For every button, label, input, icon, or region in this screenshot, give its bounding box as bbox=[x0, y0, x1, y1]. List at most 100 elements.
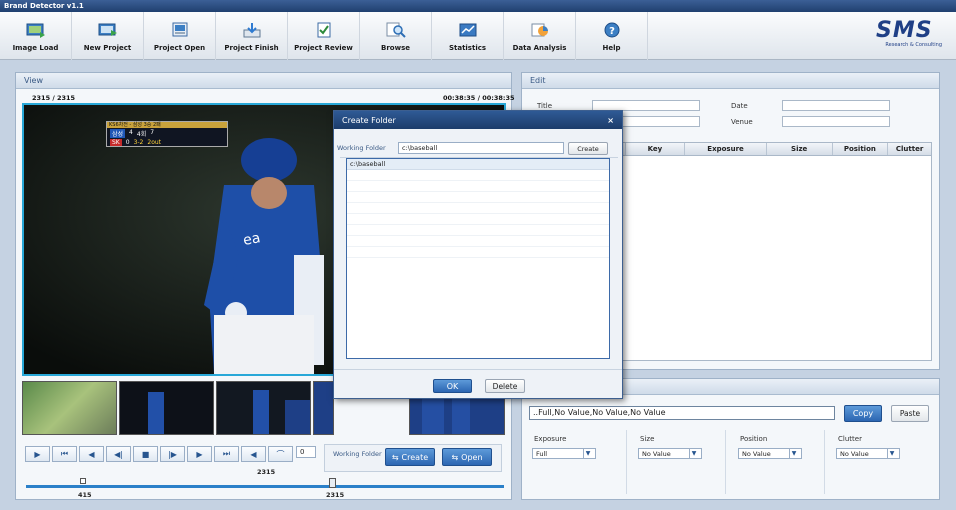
frame-back-icon[interactable]: ◀| bbox=[106, 446, 131, 462]
grid-col-key[interactable]: Key bbox=[626, 143, 686, 155]
position-value: No Value bbox=[742, 449, 771, 458]
chevron-down-icon: ▼ bbox=[583, 449, 592, 458]
project-review-button[interactable]: Project Review bbox=[288, 12, 360, 60]
dialog-working-folder-label: Working Folder bbox=[337, 144, 386, 152]
dialog-working-folder-input[interactable]: c:\baseball bbox=[398, 142, 564, 154]
data-analysis-button[interactable]: Data Analysis bbox=[504, 12, 576, 60]
playback-controls: ▶ ⏮ ◀ ◀| ■ |▶ ▶ ⏭ ◀ ⌒ bbox=[25, 446, 293, 462]
grid-col-position[interactable]: Position bbox=[833, 143, 889, 155]
copy-button[interactable]: Copy bbox=[844, 405, 882, 422]
chevron-down-icon: ▼ bbox=[887, 449, 896, 458]
folder-list-item[interactable]: c:\baseball bbox=[347, 159, 609, 170]
list-item bbox=[347, 225, 609, 236]
grid-col-exposure[interactable]: Exposure bbox=[685, 143, 767, 155]
size-value: No Value bbox=[642, 449, 671, 458]
help-icon: ? bbox=[602, 22, 622, 38]
skip-end-icon[interactable]: ⏭ bbox=[214, 446, 239, 462]
project-finish-button[interactable]: Project Finish bbox=[216, 12, 288, 60]
dialog-title-bar: Create Folder × bbox=[334, 111, 622, 129]
list-item bbox=[347, 236, 609, 247]
position-label: 2315 bbox=[257, 468, 276, 476]
help-button[interactable]: ? Help bbox=[576, 12, 648, 60]
scoreboard-count: 3-2 bbox=[133, 139, 144, 146]
logo-subtitle: Research & Consulting bbox=[885, 42, 942, 48]
thumbnail-frame-1[interactable] bbox=[22, 381, 117, 435]
venue-field[interactable] bbox=[782, 116, 890, 127]
clutter-select[interactable]: No Value ▼ bbox=[836, 448, 900, 459]
dialog-ok-button[interactable]: OK bbox=[433, 379, 472, 393]
play-icon[interactable]: ▶ bbox=[25, 446, 50, 462]
list-item bbox=[347, 203, 609, 214]
working-folder-label: Working Folder bbox=[333, 450, 382, 458]
create-folder-button[interactable]: ⇆ Create bbox=[385, 448, 435, 466]
slider-thumb[interactable] bbox=[329, 478, 336, 488]
main-toolbar: Image Load New Project Project Open Proj… bbox=[0, 12, 956, 60]
list-item bbox=[347, 247, 609, 258]
scoreboard: KS6차전 - 삼성 3승 2패 삼성 4 4회 7 SK 0 3-2 2out bbox=[106, 121, 228, 147]
stop-icon[interactable]: ■ bbox=[133, 446, 158, 462]
list-item bbox=[347, 192, 609, 203]
image-load-button[interactable]: Image Load bbox=[0, 12, 72, 60]
scoreboard-inning: 4회 bbox=[136, 131, 147, 138]
dialog-delete-button[interactable]: Delete bbox=[485, 379, 525, 393]
list-item bbox=[347, 170, 609, 181]
close-icon[interactable]: × bbox=[607, 116, 614, 125]
attribute-summary-field[interactable]: ..Full,No Value,No Value,No Value bbox=[529, 406, 835, 420]
open-folder-button[interactable]: ⇆ Open bbox=[442, 448, 492, 466]
frame-step-input[interactable]: 0 bbox=[296, 446, 316, 458]
slider-start-marker[interactable] bbox=[80, 478, 86, 484]
logo-text: SMS bbox=[876, 18, 933, 43]
size-select[interactable]: No Value ▼ bbox=[638, 448, 702, 459]
venue-label: Venue bbox=[731, 118, 753, 126]
position-select[interactable]: No Value ▼ bbox=[738, 448, 802, 459]
thumbnail-frame-2[interactable] bbox=[119, 381, 214, 435]
project-open-button[interactable]: Project Open bbox=[144, 12, 216, 60]
exposure-select[interactable]: Full ▼ bbox=[532, 448, 596, 459]
scoreboard-pitch: 7 bbox=[150, 129, 155, 136]
project-review-label: Project Review bbox=[294, 44, 353, 52]
image-load-icon bbox=[26, 22, 46, 38]
loop-icon[interactable]: ⌒ bbox=[268, 446, 293, 462]
create-folder-icon: ⇆ bbox=[391, 452, 399, 462]
divider bbox=[626, 430, 627, 494]
grid-col-clutter[interactable]: Clutter bbox=[888, 143, 931, 155]
statistics-label: Statistics bbox=[448, 44, 487, 52]
new-project-label: New Project bbox=[83, 44, 132, 52]
browse-button[interactable]: Browse bbox=[360, 12, 432, 60]
scoreboard-score2: 0 bbox=[125, 139, 130, 146]
paste-button[interactable]: Paste bbox=[891, 405, 929, 422]
project-open-label: Project Open bbox=[153, 44, 206, 52]
edit-panel-header: Edit bbox=[522, 73, 939, 89]
statistics-button[interactable]: Statistics bbox=[432, 12, 504, 60]
project-review-icon bbox=[314, 22, 334, 38]
exposure-value: Full bbox=[536, 449, 548, 458]
new-project-button[interactable]: New Project bbox=[72, 12, 144, 60]
image-load-label: Image Load bbox=[12, 44, 59, 52]
project-finish-icon bbox=[242, 22, 262, 38]
size-label: Size bbox=[640, 435, 655, 443]
dialog-create-button[interactable]: Create bbox=[568, 142, 608, 155]
step-back-icon[interactable]: ◀ bbox=[79, 446, 104, 462]
project-open-icon bbox=[170, 22, 190, 38]
folder-list[interactable]: c:\baseball bbox=[346, 158, 610, 359]
dialog-title: Create Folder bbox=[342, 116, 396, 125]
grid-col-size[interactable]: Size bbox=[767, 143, 833, 155]
divider bbox=[725, 430, 726, 494]
rewind-icon[interactable]: ◀ bbox=[241, 446, 266, 462]
timecode: 00:38:35 / 00:38:35 bbox=[443, 94, 515, 102]
list-item bbox=[347, 214, 609, 225]
date-label: Date bbox=[731, 102, 748, 110]
frame-slider-track[interactable] bbox=[26, 485, 504, 488]
skip-start-icon[interactable]: ⏮ bbox=[52, 446, 77, 462]
thumbnail-frame-4[interactable] bbox=[313, 381, 334, 435]
exposure-label: Exposure bbox=[534, 435, 567, 443]
frame-forward-icon[interactable]: |▶ bbox=[160, 446, 185, 462]
open-folder-label: Open bbox=[461, 452, 483, 462]
date-field[interactable] bbox=[782, 100, 890, 111]
position-field-label: Position bbox=[740, 435, 768, 443]
slider-start-label: 415 bbox=[78, 491, 92, 499]
scoreboard-outs: 2out bbox=[147, 139, 162, 146]
data-analysis-label: Data Analysis bbox=[512, 44, 567, 52]
thumbnail-frame-3[interactable] bbox=[216, 381, 311, 435]
step-forward-icon[interactable]: ▶ bbox=[187, 446, 212, 462]
